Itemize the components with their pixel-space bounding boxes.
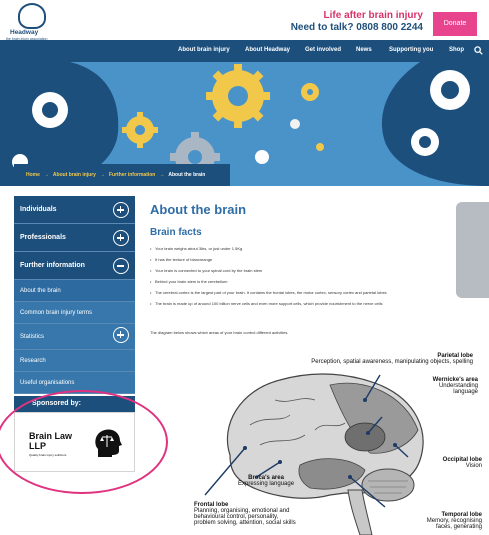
broca-desc: Expressing language	[238, 481, 295, 487]
sidebar-sub-common-terms[interactable]: Common brain injury terms	[14, 302, 135, 324]
diagram-intro: The diagram below shows which areas of y…	[150, 330, 289, 335]
occipital-desc: Vision	[465, 463, 482, 469]
list-item: The cerebral cortex is the largest part …	[150, 290, 475, 301]
sidebar-item-label: Professionals	[20, 234, 66, 241]
wernicke-area-label: Wernicke's area Understanding language	[368, 377, 478, 395]
breadcrumb-further-information[interactable]: Further information	[109, 172, 155, 178]
list-item: Your brain is connected to your spinal c…	[150, 268, 475, 279]
brain-facts-list: Your brain weighs about 3lbs, or just un…	[150, 246, 475, 312]
minus-circle-icon[interactable]	[113, 258, 129, 274]
sidebar-sub-about-the-brain[interactable]: About the brain	[14, 280, 135, 302]
breadcrumb: Home → About brain injury → Further info…	[14, 164, 230, 186]
arrow-right-icon: →	[99, 172, 105, 178]
plus-circle-icon[interactable]	[113, 230, 129, 246]
sidebar-sub-label: Useful organisations	[20, 380, 75, 386]
broca-area-label: Broca's area Expressing language	[238, 475, 294, 487]
nav-item-about-brain-injury[interactable]: About brain injury	[178, 47, 230, 53]
main-nav: About brain injury About Headway Get inv…	[0, 40, 489, 62]
sidebar-item-further-information[interactable]: Further information	[14, 252, 135, 280]
sidebar-sub-research[interactable]: Research	[14, 350, 135, 372]
frontal-desc: problem solving, attention, social skill…	[194, 520, 296, 526]
breadcrumb-current: About the brain	[168, 172, 206, 178]
sidebar-item-individuals[interactable]: Individuals	[14, 196, 135, 224]
sidebar: Individuals Professionals Further inform…	[14, 196, 135, 394]
brain-diagram: Parietal lobe Perception, spatial awaren…	[150, 345, 489, 535]
head-logo-icon	[18, 3, 46, 29]
list-item: It has the texture of blancmange	[150, 257, 475, 268]
headway-logo[interactable]: Headway the brain injury association	[6, 3, 60, 41]
donate-button[interactable]: Donate	[433, 12, 477, 36]
sidebar-item-label: Individuals	[20, 206, 57, 213]
breadcrumb-home[interactable]: Home	[26, 172, 40, 178]
tagline: Life after brain injury	[323, 10, 423, 21]
list-item: Your brain weighs about 3lbs, or just un…	[150, 246, 475, 257]
nav-item-shop[interactable]: Shop	[449, 47, 464, 53]
plus-circle-icon[interactable]	[113, 202, 129, 218]
plus-circle-icon[interactable]	[113, 327, 129, 343]
arrow-right-icon: →	[159, 172, 165, 178]
nav-item-about-headway[interactable]: About Headway	[245, 47, 290, 53]
nav-item-news[interactable]: News	[356, 47, 372, 53]
nav-item-supporting-you[interactable]: Supporting you	[389, 47, 433, 53]
helpline[interactable]: Need to talk? 0808 800 2244	[291, 22, 423, 33]
sidebar-sub-label: Research	[20, 358, 46, 364]
section-title: Brain facts	[150, 227, 202, 238]
sidebar-sub-label: About the brain	[20, 288, 61, 294]
sidebar-sub-statistics[interactable]: Statistics	[14, 324, 135, 350]
logo-text: Headway	[10, 29, 39, 36]
temporal-lobe-label: Temporal lobe Memory, recognising faces,…	[386, 512, 482, 530]
parietal-desc: Perception, spatial awareness, manipulat…	[311, 359, 473, 365]
sidebar-item-label: Further information	[20, 262, 85, 269]
arrow-right-icon: →	[43, 172, 49, 178]
page-title: About the brain	[150, 202, 247, 217]
list-item: Behind your brain stem is the cerebellum	[150, 279, 475, 290]
breadcrumb-about-brain-injury[interactable]: About brain injury	[53, 172, 96, 178]
highlight-circle	[0, 390, 168, 494]
feedback-tab[interactable]	[456, 202, 489, 298]
search-icon[interactable]	[474, 46, 483, 55]
sidebar-item-professionals[interactable]: Professionals	[14, 224, 135, 252]
list-item: The brain is made up of around 100 billi…	[150, 301, 475, 312]
occipital-lobe-label: Occipital lobe Vision	[416, 457, 482, 469]
temporal-desc: faces, generating	[435, 524, 482, 530]
parietal-lobe-label: Parietal lobe Perception, spatial awaren…	[242, 353, 473, 365]
nav-item-get-involved[interactable]: Get involved	[305, 47, 341, 53]
frontal-lobe-label: Frontal lobe Planning, organising, emoti…	[194, 502, 296, 526]
sidebar-sub-label: Statistics	[20, 334, 45, 340]
site-header: Headway the brain injury association Lif…	[0, 0, 489, 41]
sidebar-sub-label: Common brain injury terms	[20, 310, 93, 316]
wernicke-desc: language	[453, 389, 478, 395]
